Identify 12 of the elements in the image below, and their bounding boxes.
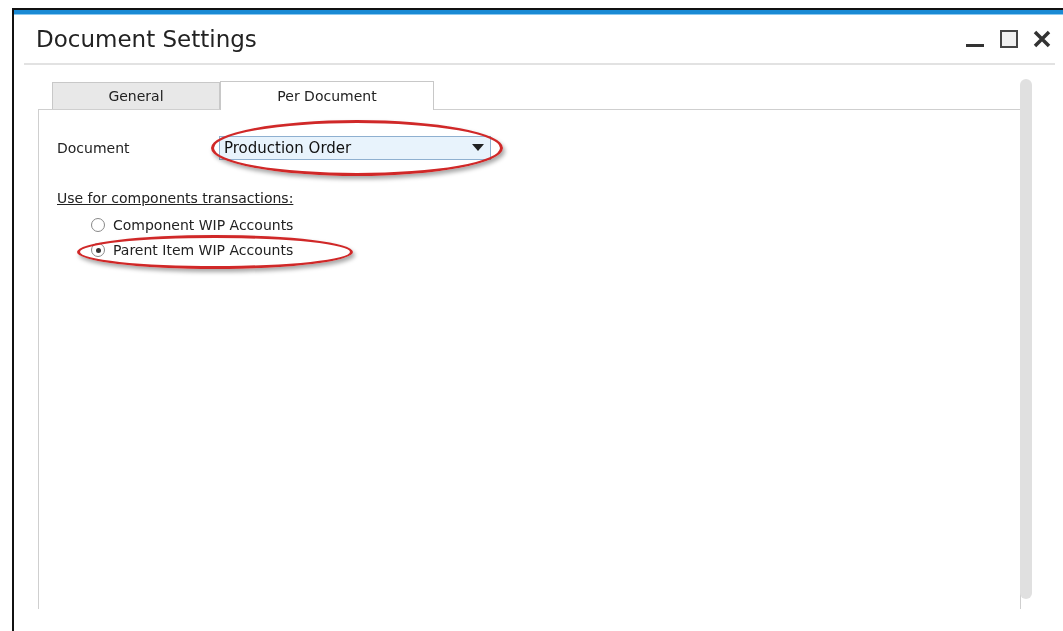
group-label: Use for components transactions: (57, 190, 294, 206)
scrollbar[interactable] (1020, 79, 1032, 599)
window-title: Document Settings (35, 26, 258, 52)
field-label: Document (57, 140, 131, 156)
tab[interactable]: Per Document (220, 81, 434, 110)
dropdown-arrow-icon (472, 144, 484, 152)
maximize-icon[interactable] (999, 29, 1019, 49)
dropdown[interactable]: Production Order (219, 136, 491, 160)
tab[interactable]: General (52, 82, 220, 109)
radio-option[interactable]: Parent Item WIP Accounts (91, 242, 294, 258)
radio-option[interactable]: Component WIP Accounts (91, 217, 294, 233)
close-icon[interactable] (1033, 30, 1051, 48)
